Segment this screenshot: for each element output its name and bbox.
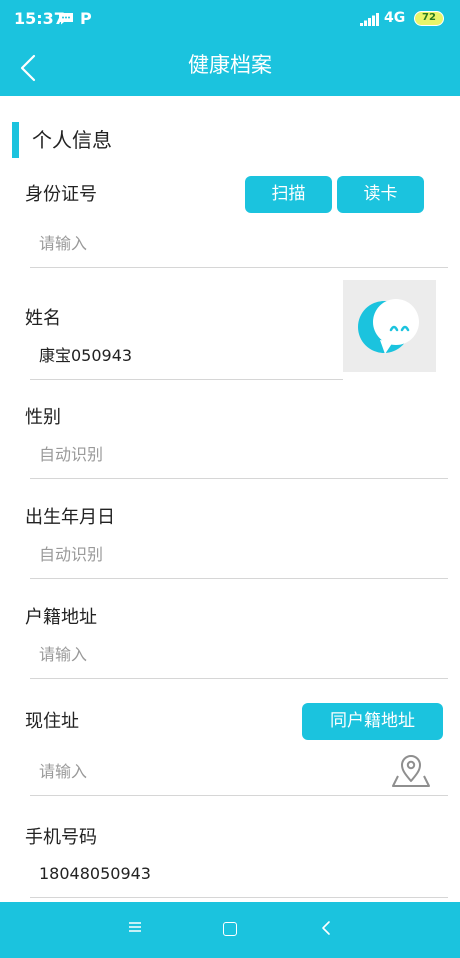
household-address-input[interactable]: 请输入 bbox=[30, 637, 448, 679]
id-card-placeholder: 请输入 bbox=[39, 234, 88, 253]
birthdate-label: 出生年月日 bbox=[25, 507, 115, 528]
parking-icon: P bbox=[80, 9, 92, 28]
app-header: 15:37 P 4G 72 健康档案 bbox=[0, 0, 460, 96]
square-home-icon[interactable] bbox=[223, 922, 237, 936]
birthdate-input[interactable]: 自动识别 bbox=[30, 537, 448, 579]
menu-icon[interactable] bbox=[128, 920, 142, 934]
battery-icon: 72 bbox=[414, 11, 444, 26]
same-as-household-button[interactable]: 同户籍地址 bbox=[302, 703, 443, 740]
read-card-button[interactable]: 读卡 bbox=[337, 176, 424, 213]
current-address-input[interactable]: 请输入 bbox=[30, 754, 448, 796]
name-input[interactable]: 康宝050943 bbox=[30, 338, 343, 380]
birthdate-placeholder: 自动识别 bbox=[39, 545, 104, 564]
avatar-logo-icon bbox=[358, 299, 419, 354]
scan-button[interactable]: 扫描 bbox=[245, 176, 332, 213]
page-title: 健康档案 bbox=[188, 53, 272, 77]
signal-icon bbox=[360, 13, 379, 26]
current-address-placeholder: 请输入 bbox=[39, 762, 88, 781]
gender-input[interactable]: 自动识别 bbox=[30, 437, 448, 479]
household-address-label: 户籍地址 bbox=[25, 607, 97, 628]
status-bar: 15:37 P 4G 72 bbox=[0, 0, 460, 38]
network-type: 4G bbox=[384, 10, 406, 26]
name-label: 姓名 bbox=[25, 308, 61, 329]
id-card-label: 身份证号 bbox=[25, 184, 97, 205]
section-accent-bar bbox=[12, 122, 19, 158]
phone-value: 18048050943 bbox=[39, 864, 151, 883]
phone-input[interactable]: 18048050943 bbox=[30, 856, 448, 898]
name-value: 康宝050943 bbox=[39, 346, 133, 365]
message-icon bbox=[59, 13, 73, 25]
gender-label: 性别 bbox=[25, 407, 61, 428]
gender-placeholder: 自动识别 bbox=[39, 445, 104, 464]
current-address-label: 现住址 bbox=[25, 711, 79, 732]
id-card-input[interactable]: 请输入 bbox=[30, 226, 448, 268]
section-title: 个人信息 bbox=[32, 128, 112, 152]
phone-label: 手机号码 bbox=[25, 827, 97, 848]
avatar[interactable] bbox=[343, 280, 436, 372]
triangle-back-icon[interactable] bbox=[320, 920, 332, 936]
household-address-placeholder: 请输入 bbox=[39, 645, 88, 664]
location-pin-icon[interactable] bbox=[392, 754, 430, 788]
